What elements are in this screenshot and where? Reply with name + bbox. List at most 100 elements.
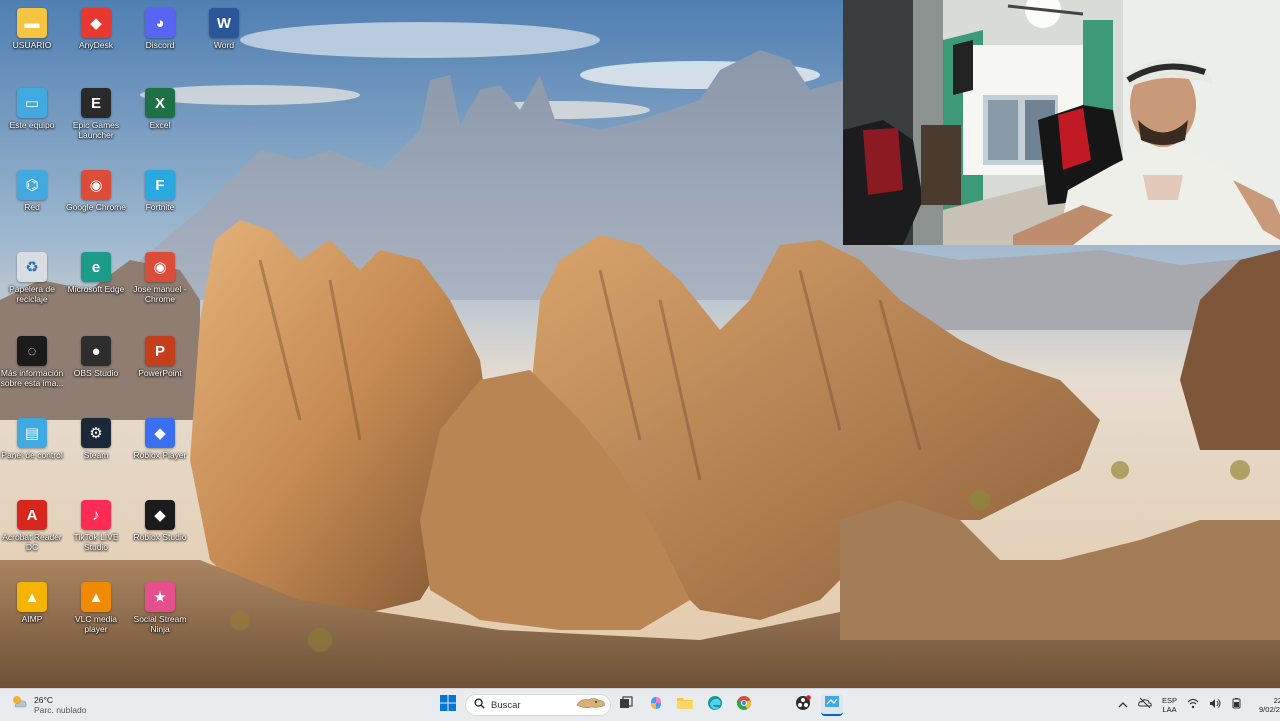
- taskbar-copilot[interactable]: [645, 694, 667, 716]
- speaker-icon[interactable]: [1209, 696, 1221, 714]
- show-hidden-icons-chevron-up-icon[interactable]: [1118, 696, 1128, 714]
- desktop-icon-excel[interactable]: X Excel: [128, 88, 192, 130]
- desktop-icon-edge[interactable]: e Microsoft Edge: [64, 252, 128, 294]
- desktop-icon-label: Steam: [83, 450, 109, 460]
- desktop-icon-fortnite[interactable]: F Fortnite: [128, 170, 192, 212]
- powerpoint-icon: P: [145, 336, 175, 366]
- desktop-icon-label: Acrobat Reader DC: [2, 532, 62, 552]
- desktop-icon-mas-info[interactable]: ◌ Más información sobre esta ima...: [0, 336, 64, 388]
- file-explorer-icon: [677, 696, 693, 715]
- social-stream-icon: ★: [145, 582, 175, 612]
- desktop-icon-label: Microsoft Edge: [67, 284, 125, 294]
- control-panel-icon: ▤: [17, 418, 47, 448]
- desktop-icon-label: Este equipo: [9, 120, 55, 130]
- discord-icon: ◕: [145, 8, 175, 38]
- control-panel-icon: [824, 694, 840, 715]
- taskbar-obs[interactable]: [792, 694, 814, 716]
- weather-temperature: 26°C: [34, 694, 53, 705]
- desktop-icon-chrome[interactable]: ◉ Google Chrome: [64, 170, 128, 212]
- desktop-icon-acrobat[interactable]: A Acrobat Reader DC: [0, 500, 64, 552]
- desktop-icon-label: Red: [24, 202, 40, 212]
- desktop-icon-label: Roblox Player: [133, 450, 187, 460]
- chrome-icon: [736, 695, 752, 716]
- camera-info-icon: ◌: [17, 336, 47, 366]
- desktop-icon-roblox-player[interactable]: ◆ Roblox Player: [128, 418, 192, 460]
- language-code: ESP: [1162, 696, 1178, 705]
- desktop-icon-label: Roblox Studio: [133, 532, 187, 542]
- desktop-icon-label: Social Stream Ninja: [133, 614, 187, 634]
- epic-games-icon: E: [81, 88, 111, 118]
- recycle-bin-icon: ♻: [17, 252, 47, 282]
- battery-icon[interactable]: [1231, 696, 1243, 714]
- desktop-icon-label: AIMP: [21, 614, 43, 624]
- network-icon: ⌬: [17, 170, 47, 200]
- copilot-icon: [648, 695, 664, 716]
- weather-condition: Parc. nublado: [34, 704, 87, 715]
- desktop-icon-roblox-studio[interactable]: ◆ Roblox Studio: [128, 500, 192, 542]
- desktop-icon-word[interactable]: W Word: [192, 8, 256, 50]
- roblox-studio-icon: ◆: [145, 500, 175, 530]
- taskbar-panel-active[interactable]: [821, 694, 843, 716]
- desktop-icon-label: Epic Games Launcher: [72, 120, 120, 140]
- clock-time: 22:41: [1273, 696, 1280, 705]
- folder-icon: ▬: [17, 8, 47, 38]
- keyboard-layout: LAA: [1162, 705, 1177, 714]
- desktop-icon-tiktok[interactable]: ♪ TikTok LIVE Studio: [64, 500, 128, 552]
- edge-icon: e: [81, 252, 111, 282]
- desktop-icon-vlc[interactable]: ▲ VLC media player: [64, 582, 128, 634]
- desktop-icon-papelera[interactable]: ♻ Papelera de reciclaje: [0, 252, 64, 304]
- taskbar: 26°C Parc. nublado Buscar ESP LAA 22 9/0…: [0, 688, 1280, 721]
- desktop-icon-label: Word: [213, 40, 235, 50]
- acrobat-icon: A: [17, 500, 47, 530]
- desktop-icon-anydesk[interactable]: ◆ AnyDesk: [64, 8, 128, 50]
- desktop-icon-steam[interactable]: ⚙ Steam: [64, 418, 128, 460]
- vlc-icon: ▲: [81, 582, 111, 612]
- search-icon: [474, 696, 485, 714]
- taskbar-edge[interactable]: [704, 694, 726, 716]
- desktop-icon-obs[interactable]: ● OBS Studio: [64, 336, 128, 378]
- desktop-icon-label: Discord: [145, 40, 175, 50]
- desktop-icon-label: TikTok LIVE Studio: [73, 532, 119, 552]
- desktop-icon-aimp[interactable]: ▲ AIMP: [0, 582, 64, 624]
- desktop-icon-label: Papelera de reciclaje: [9, 284, 55, 304]
- cloud-sync-off-icon[interactable]: [1138, 696, 1152, 714]
- roblox-player-icon: ◆: [145, 418, 175, 448]
- desktop-icon-label: AnyDesk: [78, 40, 113, 50]
- windows-logo-icon: [440, 694, 456, 716]
- search-box[interactable]: Buscar: [465, 694, 611, 716]
- taskbar-chrome[interactable]: [733, 694, 755, 716]
- desktop-icon-label: Panel de control: [1, 450, 63, 460]
- desktop-icon-powerpoint[interactable]: P PowerPoint: [128, 336, 192, 378]
- task-view-button[interactable]: [615, 694, 637, 716]
- desktop-icon-ssn[interactable]: ★ Social Stream Ninja: [128, 582, 192, 634]
- weather-widget[interactable]: 26°C Parc. nublado: [10, 693, 86, 716]
- obs-icon: [795, 694, 811, 716]
- desktop-icon-label: VLC media player: [74, 614, 118, 634]
- clock[interactable]: 22:41 9/02/2026: [1259, 696, 1280, 714]
- desktop-icon-epic[interactable]: E Epic Games Launcher: [64, 88, 128, 140]
- desktop-icon-panel[interactable]: ▤ Panel de control: [0, 418, 64, 460]
- word-icon: W: [209, 8, 239, 38]
- fortnite-icon: F: [145, 170, 175, 200]
- clock-date: 9/02/2026: [1259, 705, 1280, 714]
- desktop-icon-este-equipo[interactable]: ▭ Este equipo: [0, 88, 64, 130]
- desktop-icon-label: Más información sobre esta ima...: [0, 368, 64, 388]
- taskbar-file-explorer[interactable]: [674, 694, 696, 716]
- edge-icon: [707, 695, 723, 716]
- start-button[interactable]: [437, 694, 459, 716]
- desktop-icon-discord[interactable]: ◕ Discord: [128, 8, 192, 50]
- wifi-icon[interactable]: [1187, 696, 1199, 714]
- desktop-icon-red[interactable]: ⌬ Red: [0, 170, 64, 212]
- webcam-overlay: [843, 0, 1280, 245]
- desktop-icon-label: Jose manuel - Chrome: [133, 284, 187, 304]
- desktop-icon-label: USUARIO: [12, 40, 52, 50]
- language-indicator[interactable]: ESP LAA: [1162, 696, 1177, 714]
- desktop-icon-chrome-jose[interactable]: ◉ Jose manuel - Chrome: [128, 252, 192, 304]
- steam-icon: ⚙: [81, 418, 111, 448]
- desktop-icon-usuario[interactable]: ▬ USUARIO: [0, 8, 64, 50]
- chrome-icon: ◉: [81, 170, 111, 200]
- computer-icon: ▭: [17, 88, 47, 118]
- anydesk-icon: ◆: [81, 8, 111, 38]
- obs-icon: ●: [81, 336, 111, 366]
- tiktok-icon: ♪: [81, 500, 111, 530]
